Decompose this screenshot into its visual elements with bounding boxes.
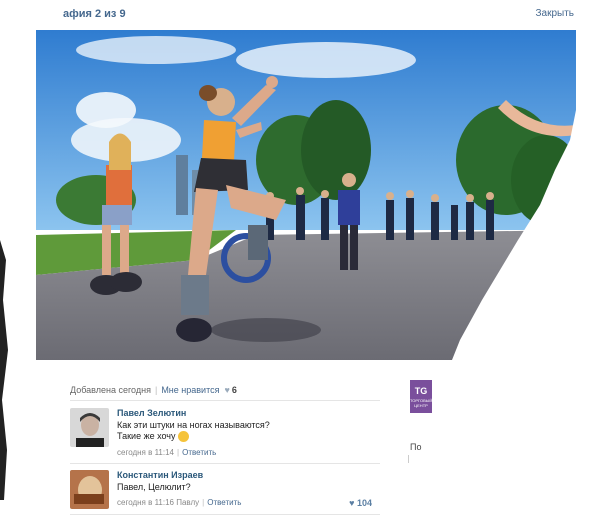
divider (408, 455, 409, 463)
comment-text: Павел, Целюлит? (117, 482, 191, 492)
like-button[interactable]: Мне нравится (161, 385, 219, 395)
side-text: По (410, 442, 422, 452)
comment-text: Как эти штуки на ногах называются? Такие… (117, 420, 270, 443)
separator: | (202, 498, 205, 507)
logo-text: TG (414, 386, 428, 396)
avatar[interactable] (70, 470, 109, 509)
reply-button[interactable]: Ответить (207, 498, 241, 507)
photo-viewer-header: афия 2 из 9 Закрыть (0, 0, 600, 28)
comment-text-line: Такие же хочу (117, 431, 270, 443)
divider (70, 400, 380, 401)
torn-paper-edge (0, 240, 8, 500)
comment-footer: сегодня в 11:16 Павлу | Ответить (117, 498, 241, 507)
comment: Павел Зелютин Как эти штуки на ногах наз… (70, 408, 380, 460)
comment-time: сегодня в 11:16 Павлу (117, 498, 200, 507)
torn-paper-overlay (440, 110, 600, 390)
side-panel: TG ТОРГОВЫЙ ЦЕНТР По (410, 380, 470, 460)
heart-icon: ♥ (224, 385, 230, 395)
comment-author[interactable]: Константин Израев (117, 470, 203, 480)
comment-text-line: Как эти штуки на ногах называются? (117, 420, 270, 430)
comment-time: сегодня в 11:14 (117, 448, 175, 457)
separator: | (177, 448, 180, 457)
photo-meta: Добавлена сегодня | Мне нравится ♥ 6 (70, 385, 237, 395)
separator: | (154, 385, 158, 395)
added-date: Добавлена сегодня (70, 385, 151, 395)
comment-text-line2: Такие же хочу (117, 431, 176, 441)
tg-logo[interactable]: TG ТОРГОВЫЙ ЦЕНТР (410, 380, 432, 413)
comment: Константин Израев Павел, Целюлит? сегодн… (70, 470, 380, 510)
logo-subtitle: ТОРГОВЫЙ ЦЕНТР (410, 398, 433, 408)
photo-counter: афия 2 из 9 (63, 8, 126, 20)
heart-icon: ♥ (349, 498, 355, 508)
comment-likes[interactable]: ♥ 104 (349, 498, 372, 508)
close-button[interactable]: Закрыть (535, 8, 574, 19)
reply-button[interactable]: Ответить (182, 448, 216, 457)
divider (70, 514, 380, 515)
divider (70, 463, 380, 464)
avatar[interactable] (70, 408, 109, 447)
smile-emoji-icon (177, 431, 189, 443)
comment-author[interactable]: Павел Зелютин (117, 408, 186, 418)
comment-likes-count: 104 (356, 498, 372, 508)
likes-count: 6 (231, 385, 237, 395)
comment-footer: сегодня в 11:14 | Ответить (117, 448, 216, 457)
